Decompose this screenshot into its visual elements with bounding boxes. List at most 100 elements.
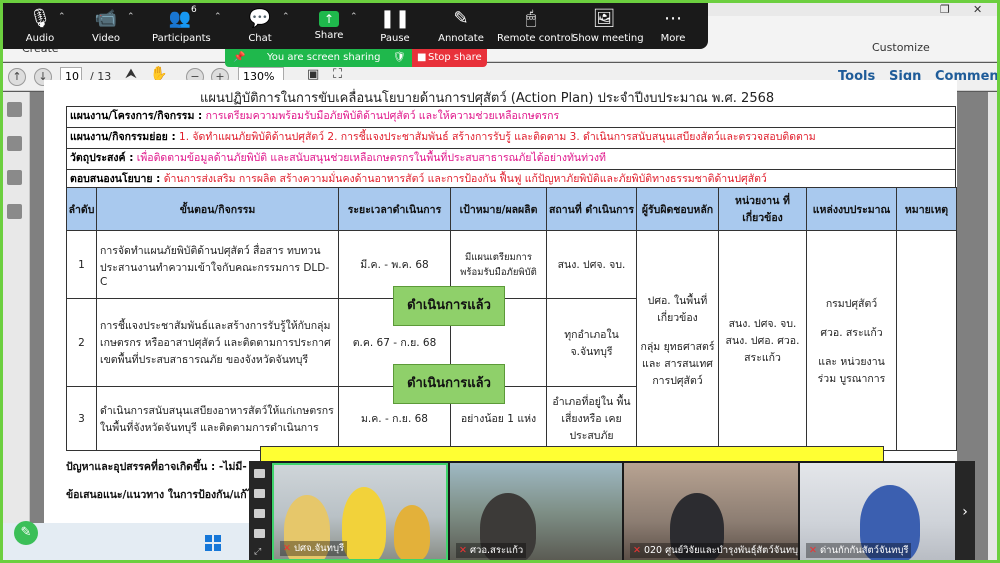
page-thumbnails-icon[interactable] <box>7 102 22 117</box>
chat-options-chevron-icon[interactable]: ⌃ <box>282 12 290 22</box>
screen-sharing-banner: 📌 You are screen sharing 🛡 <box>225 49 412 67</box>
agencies-cell: สนง. ปศจ. จบ. สนง. ปศอ. ศวอ. สระแก้ว <box>718 230 807 451</box>
stop-icon: ■ <box>417 52 427 63</box>
participant-name: ✕ ศวอ.สระแก้ว <box>456 543 527 558</box>
bookmarks-icon[interactable] <box>7 136 22 151</box>
video-button[interactable]: 📹 Video <box>84 0 128 49</box>
activity-cell: การจัดทำแผนภัยพิบัติด้านปศุสัตว์ สื่อสาร… <box>96 230 339 299</box>
vertical-scrollbar[interactable] <box>988 92 1000 563</box>
video-tile[interactable]: ✕ ปศจ.จันทบุรี <box>272 463 448 561</box>
windows-start-icon[interactable] <box>205 535 221 551</box>
pause-icon: ❚❚ <box>379 8 411 29</box>
table-row: 1 การจัดทำแผนภัยพิบัติด้านปศุสัตว์ สื่อส… <box>66 230 957 451</box>
objective-row: วัตถุประสงค์ : เพื่อติดตามข้อมูลด้านภัยพ… <box>66 148 956 169</box>
table-header-row: ลำดับ ขั้นตอน/กิจกรรม ระยะเวลาดำเนินการ … <box>66 187 957 231</box>
muted-mic-icon: ✕ <box>809 545 817 556</box>
participants-button[interactable]: 👥 Participants <box>152 0 211 49</box>
video-gallery: ⤢ ✕ ปศจ.จันทบุรี ✕ ศวอ.สระแก้ว ✕ 020 ศูนย์ว… <box>249 461 975 563</box>
header-cell: แหล่งงบประมาณ <box>806 187 897 231</box>
header-cell: เป้าหมาย/ผลผลิต <box>450 187 547 231</box>
header-cell: หมายเหตุ <box>896 187 957 231</box>
expand-icon[interactable]: ⤢ <box>254 547 265 557</box>
header-cell: ผู้รับผิดชอบหลัก <box>636 187 719 231</box>
header-cell: หน่วยงาน ที่เกี่ยวข้อง <box>718 187 807 231</box>
shield-icon: 🛡 <box>393 52 406 63</box>
mouse-icon: 🖱 <box>525 8 537 29</box>
annotation-pen-icon[interactable]: ✎ <box>14 521 38 545</box>
gallery-next-chevron-icon[interactable]: › <box>955 461 975 563</box>
header-cell: ลำดับ <box>66 187 97 231</box>
stop-share-button[interactable]: ■ Stop share <box>412 49 487 67</box>
pause-button[interactable]: ❚❚ Pause <box>376 0 414 49</box>
chat-button[interactable]: 💬 Chat <box>240 0 280 49</box>
audio-options-chevron-icon[interactable]: ⌃ <box>58 12 66 22</box>
chat-bubble-icon: 💬 <box>248 8 272 29</box>
windows-taskbar <box>0 523 260 563</box>
video-tile[interactable]: ✕ 020 ศูนย์วิจัยและบำรุงพันธุ์สัตว์จันทบุ… <box>624 463 798 561</box>
speaker-view-icon[interactable] <box>254 489 265 498</box>
participant-name: ✕ 020 ศูนย์วิจัยและบำรุงพันธุ์สัตว์จันทบุ… <box>630 543 798 558</box>
restore-window-icon[interactable]: ❐ <box>940 3 950 16</box>
more-dots-icon: ⋯ <box>664 8 682 29</box>
participant-name: ✕ ปศจ.จันทบุรี <box>280 541 348 556</box>
video-tile[interactable]: ✕ ด่านกักกันสัตว์จันทบุรี <box>800 463 974 561</box>
suggestions-label: ข้อเสนอแนะ/แนวทาง ในการป้องกัน/แก้ไข <box>66 489 260 501</box>
attachments-icon[interactable] <box>7 170 22 185</box>
problems-label: ปัญหาและอุปสรรคที่อาจเกิดขึ้น : -ไม่มี- <box>66 461 247 473</box>
place-cell: อำเภอที่อยู่ใน พื้นเสี่ยงหรือ เคยประสบภั… <box>546 386 637 451</box>
sub-plan-row: แผนงาน/กิจกรรมย่อย : 1. จัดทำแผนภัยพิบัต… <box>66 127 956 148</box>
gallery-view-icon[interactable] <box>254 509 265 518</box>
navigation-pane <box>0 92 30 563</box>
view-layout-icon[interactable] <box>254 469 265 478</box>
participant-figure <box>394 505 430 559</box>
header-cell: ระยะเวลาดำเนินการ <box>338 187 451 231</box>
budget-cell: กรมปศุสัตว์ ศวอ. สระแก้ว และ หน่วยงานร่ว… <box>806 230 897 451</box>
video-tile[interactable]: ✕ ศวอ.สระแก้ว <box>450 463 622 561</box>
microphone-icon: 🎙 <box>28 8 52 29</box>
customize-button[interactable]: Customize <box>872 41 930 54</box>
prev-page-icon[interactable]: ↑ <box>8 68 26 86</box>
place-cell: ทุกอำเภอใน จ.จันทบุรี <box>546 298 637 387</box>
participants-options-chevron-icon[interactable]: ⌃ <box>214 12 222 22</box>
plan-row: แผนงาน/โครงการ/กิจกรรม : การเตรียมความพร… <box>66 106 956 127</box>
status-badge: ดำเนินการแล้ว <box>393 364 505 404</box>
pin-icon[interactable]: 📌 <box>233 49 245 67</box>
action-plan-table: ลำดับ ขั้นตอน/กิจกรรม ระยะเวลาดำเนินการ … <box>66 187 957 451</box>
pen-icon: ✎ <box>453 8 469 29</box>
header-cell: ขั้นตอน/กิจกรรม <box>96 187 339 231</box>
share-button[interactable]: ↑ Share <box>308 0 350 49</box>
show-meeting-button[interactable]: 🖼 Show meeting <box>572 0 644 49</box>
share-screen-icon: ↑ <box>319 11 339 27</box>
place-cell: สนง. ปศจ. จบ. <box>546 230 637 299</box>
muted-mic-icon: ✕ <box>283 543 291 554</box>
close-window-icon[interactable]: ✕ <box>973 3 982 16</box>
video-camera-icon: 📹 <box>94 8 118 29</box>
audio-button[interactable]: 🎙 Audio <box>18 0 62 49</box>
muted-mic-icon: ✕ <box>459 545 467 556</box>
row-number: 3 <box>66 386 97 451</box>
participants-count: 6 <box>191 5 197 15</box>
participant-figure <box>342 487 386 559</box>
stop-share-label: Stop share <box>428 52 482 63</box>
row-number: 2 <box>66 298 97 387</box>
activity-cell: การชี้แจงประชาสัมพันธ์และสร้างการรับรู้ใ… <box>96 298 339 387</box>
responsible-cell: ปศอ. ในพื้นที่ เกี่ยวข้อง กลุ่ม ยุทธศาสต… <box>636 230 719 451</box>
status-badge: ดำเนินการแล้ว <box>393 286 505 326</box>
remote-control-button[interactable]: 🖱 Remote control <box>497 0 573 49</box>
header-cell: สถานที่ ดำเนินการ <box>546 187 637 231</box>
muted-mic-icon: ✕ <box>633 545 641 556</box>
gallery-controls: ⤢ <box>249 461 271 563</box>
annotate-button[interactable]: ✎ Annotate <box>437 0 485 49</box>
participants-icon: 👥 <box>168 8 192 29</box>
row-number: 1 <box>66 230 97 299</box>
share-options-chevron-icon[interactable]: ⌃ <box>350 12 358 22</box>
screen-sharing-text: You are screen sharing <box>267 52 381 63</box>
document-title: แผนปฏิบัติการในการขับเคลื่อนนโยบายด้านกา… <box>200 91 775 106</box>
video-options-chevron-icon[interactable]: ⌃ <box>127 12 135 22</box>
more-button[interactable]: ⋯ More <box>654 0 692 49</box>
zoom-meeting-toolbar: 🎙 Audio ⌃ 📹 Video ⌃ 👥 Participants 6 ⌃ 💬… <box>0 0 708 49</box>
participant-name: ✕ ด่านกักกันสัตว์จันทบุรี <box>806 543 912 558</box>
signatures-icon[interactable] <box>7 204 22 219</box>
grid-view-icon[interactable] <box>254 529 265 538</box>
activity-cell: ดำเนินการสนับสนุนเสบียงอาหารสัตว์ให้แก่เ… <box>96 386 339 451</box>
